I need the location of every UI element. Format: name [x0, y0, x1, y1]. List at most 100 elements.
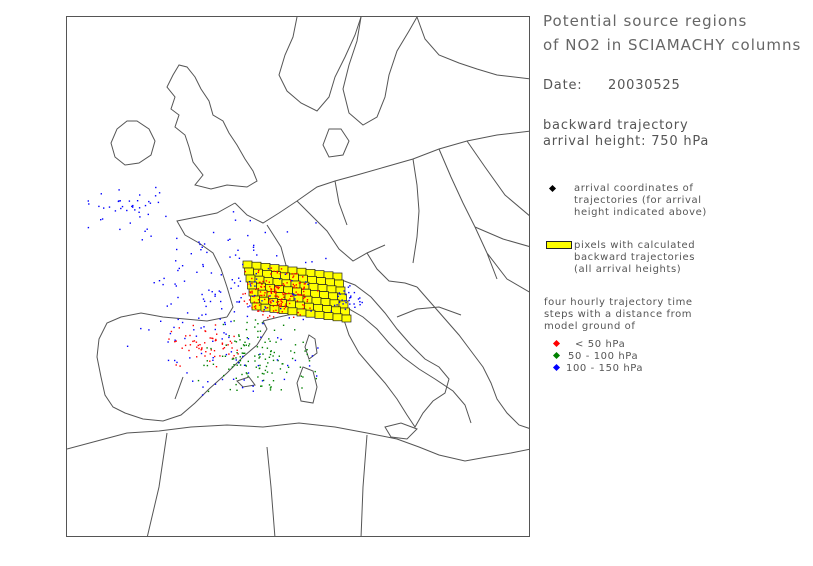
date-label: Date: [543, 78, 583, 93]
trajectory-point [207, 390, 210, 393]
trajectory-point [220, 274, 222, 276]
trajectory-point [256, 254, 258, 256]
trajectory-point [264, 358, 267, 360]
pixels-legend-line1: pixels with calculated [574, 240, 696, 251]
trajectory-pixel [287, 307, 298, 316]
trajectory-point [279, 368, 282, 370]
trajectory-point [305, 261, 307, 264]
trajectory-point [236, 349, 238, 351]
trajectory-point [136, 200, 139, 202]
trajectory-point [276, 295, 278, 297]
iberia [96, 312, 268, 422]
steps-legend-line2: steps with a distance from [544, 309, 693, 320]
trajectory-point [258, 367, 261, 370]
trajectory-point [302, 341, 304, 343]
finland-baltic [416, 17, 529, 80]
trajectory-point [272, 310, 275, 312]
trajectory-point [243, 344, 246, 347]
trajectory-point [202, 298, 205, 300]
trajectory-point [249, 219, 251, 222]
trajectory-point [228, 335, 230, 337]
trajectory-point [198, 317, 200, 319]
trajectory-point [245, 328, 248, 331]
trajectory-point [252, 390, 254, 392]
trajectory-point [303, 294, 305, 296]
trajectory-point [280, 338, 282, 341]
trajectory-point [290, 295, 292, 297]
trajectory-point [270, 288, 273, 291]
sicily [384, 422, 418, 440]
trajectory-point [277, 296, 280, 298]
trajectory-point [336, 304, 338, 306]
trajectory-point [261, 294, 263, 297]
trajectory-point [294, 329, 296, 331]
trajectory-point [100, 219, 102, 221]
trajectory-point [280, 304, 282, 306]
trajectory-point [200, 327, 202, 329]
trajectory-point [208, 289, 210, 291]
trajectory-point [146, 228, 148, 230]
trajectory-point [205, 305, 207, 308]
trajectory-point [184, 344, 187, 347]
trajectory-point [257, 288, 260, 290]
trajectory-point [216, 333, 218, 335]
trajectory-point [285, 303, 287, 305]
trajectory-point [256, 302, 258, 304]
trajectory-point [266, 291, 269, 293]
trajectory-point [314, 370, 316, 373]
trajectory-point [275, 309, 277, 311]
trajectory-point [257, 299, 260, 301]
trajectory-point [126, 209, 128, 212]
trajectory-point [257, 336, 259, 338]
trajectory-point [344, 300, 346, 302]
trajectory-point [254, 355, 256, 357]
trajectory-point [203, 243, 206, 245]
trajectory-point [349, 303, 351, 305]
trajectory-point [201, 394, 204, 396]
trajectory-point [128, 200, 131, 202]
trajectory-point [288, 292, 290, 294]
trajectory-point [291, 357, 294, 360]
trajectory-point [196, 271, 198, 273]
trajectory-point [220, 300, 222, 303]
trajectory-point [196, 356, 198, 358]
trajectory-point [278, 303, 280, 306]
trajectory-point [280, 268, 283, 270]
trajectory-point [348, 299, 350, 302]
trajectory-point [212, 363, 215, 365]
trajectory-point [296, 300, 299, 302]
trajectory-point [174, 339, 176, 341]
trajectory-point [309, 307, 311, 309]
trajectory-point [153, 282, 155, 284]
trajectory-point [230, 342, 233, 344]
trajectory-point [284, 273, 287, 275]
trajectory-point [342, 303, 344, 305]
trajectory-point [275, 292, 277, 294]
trajectory-point [250, 285, 252, 287]
trajectory-point [237, 285, 240, 287]
trajectory-point [232, 358, 235, 360]
trajectory-point [126, 345, 129, 347]
trajectory-point [291, 273, 293, 275]
trajectory-point [201, 246, 203, 248]
trajectory-point [235, 341, 238, 343]
trajectory-point [169, 332, 172, 335]
trajectory-point [232, 211, 235, 213]
trajectory-point [259, 353, 261, 355]
trajectory-point [264, 292, 266, 294]
trajectory-point [158, 280, 161, 282]
class-marker-green [552, 351, 561, 360]
trajectory-pixel [269, 305, 280, 313]
trajectory-point [202, 386, 204, 388]
trajectory-point [230, 320, 232, 323]
denmark [322, 128, 350, 158]
trajectory-point [244, 341, 246, 343]
trajectory-point [349, 285, 351, 287]
trajectory-point [179, 365, 181, 367]
trajectory-point [308, 360, 311, 362]
trajectory-point [269, 299, 271, 301]
trajectory-point [131, 205, 133, 208]
trajectory-point [103, 207, 105, 209]
trajectory-point [277, 286, 279, 288]
trajectory-point [204, 355, 206, 357]
